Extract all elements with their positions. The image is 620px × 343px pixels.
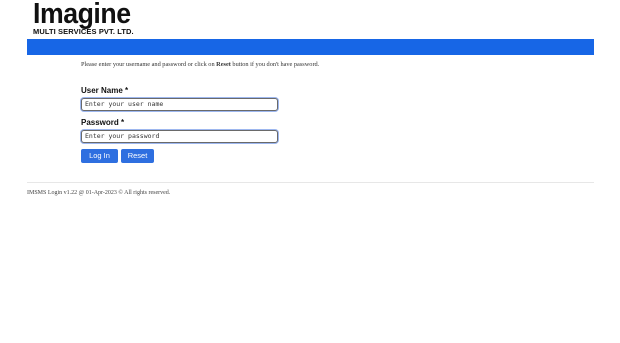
login-button[interactable]: Log In	[81, 149, 118, 163]
instruction-text-after: button if you don't have password.	[230, 61, 320, 68]
username-input[interactable]	[81, 98, 278, 111]
instruction-text-before: Please enter your username and password …	[81, 61, 217, 68]
reset-button[interactable]: Reset	[121, 149, 154, 163]
brand-logo: Imagine MULTI SERVICES PVT. LTD.	[33, 0, 139, 36]
brand-name: Imagine	[33, 0, 131, 30]
footer-text: IMSMS Login v1.22 @ 01-Apr-2023 © All ri…	[27, 190, 171, 196]
login-instruction: Please enter your username and password …	[81, 61, 319, 68]
username-label: User Name *	[81, 86, 129, 95]
header-bar	[27, 39, 594, 55]
instruction-reset-word: Reset	[216, 61, 231, 68]
password-label: Password *	[81, 118, 125, 127]
footer-divider	[27, 182, 594, 183]
password-input[interactable]	[81, 130, 278, 143]
